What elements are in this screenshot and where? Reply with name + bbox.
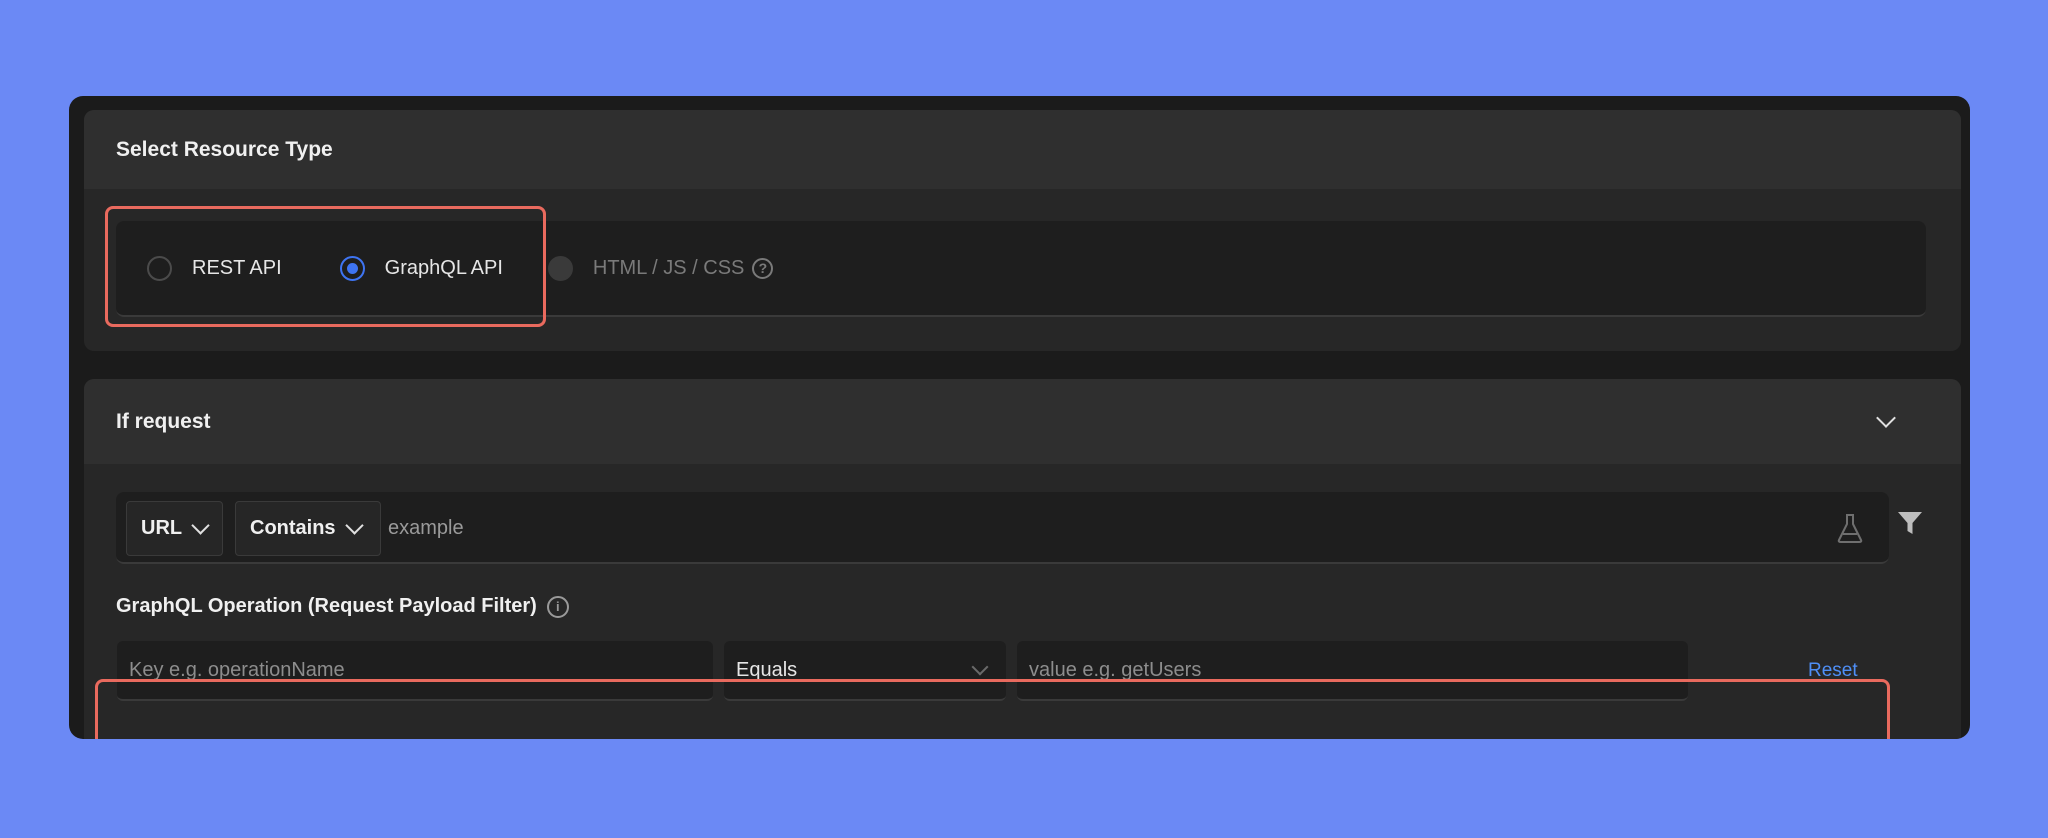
radio-rest-api[interactable]: REST API xyxy=(147,255,282,281)
chevron-down-icon[interactable] xyxy=(1876,407,1896,428)
graphql-operator-select[interactable]: Equals xyxy=(724,641,1006,701)
radio-label: HTML / JS / CSS xyxy=(592,256,745,279)
radio-html-js-css: HTML / JS / CSS ? xyxy=(547,255,774,281)
chevron-down-icon xyxy=(191,515,210,535)
chevron-down-icon xyxy=(971,658,989,675)
url-value-input[interactable] xyxy=(388,492,1788,564)
if-request-title: If request xyxy=(116,409,211,433)
resource-type-header: Select Resource Type xyxy=(84,110,1961,189)
url-condition-row: URL Contains xyxy=(116,492,1889,564)
graphql-value-input[interactable] xyxy=(1017,641,1688,701)
operator-dropdown[interactable]: Contains xyxy=(235,501,381,556)
resource-type-panel: Select Resource Type REST API GraphQL AP… xyxy=(84,110,1961,351)
graphql-filter-heading: GraphQL Operation (Request Payload Filte… xyxy=(116,595,569,618)
radio-label: GraphQL API xyxy=(384,256,503,279)
source-field-dropdown[interactable]: URL xyxy=(126,501,223,556)
if-request-panel: If request URL Contains GraphQL Operatio… xyxy=(84,379,1961,739)
radio-label: REST API xyxy=(192,256,282,279)
graphql-filter-title: GraphQL Operation (Request Payload Filte… xyxy=(116,595,537,617)
chevron-down-icon xyxy=(344,515,364,535)
resource-type-title: Select Resource Type xyxy=(116,137,333,161)
resource-type-radio-group: REST API GraphQL API HTML / JS / CSS ? xyxy=(116,221,1926,317)
radio-graphql-api[interactable]: GraphQL API xyxy=(339,255,503,281)
graphql-operator-value: Equals xyxy=(736,658,798,681)
radio-circle[interactable] xyxy=(147,255,172,281)
source-field-value: URL xyxy=(141,517,183,539)
if-request-header[interactable]: If request xyxy=(84,379,1961,464)
filter-icon[interactable] xyxy=(1897,510,1923,536)
flask-icon[interactable] xyxy=(1835,512,1865,544)
rule-editor-window: Select Resource Type REST API GraphQL AP… xyxy=(69,96,1970,739)
graphql-key-input[interactable] xyxy=(117,641,713,701)
reset-button[interactable]: Reset xyxy=(1808,641,1858,701)
radio-circle[interactable] xyxy=(339,255,365,281)
question-circle-icon[interactable]: ? xyxy=(752,257,774,279)
operator-value: Contains xyxy=(250,517,336,539)
info-circle-icon[interactable]: i xyxy=(546,595,569,618)
radio-circle xyxy=(547,255,573,281)
